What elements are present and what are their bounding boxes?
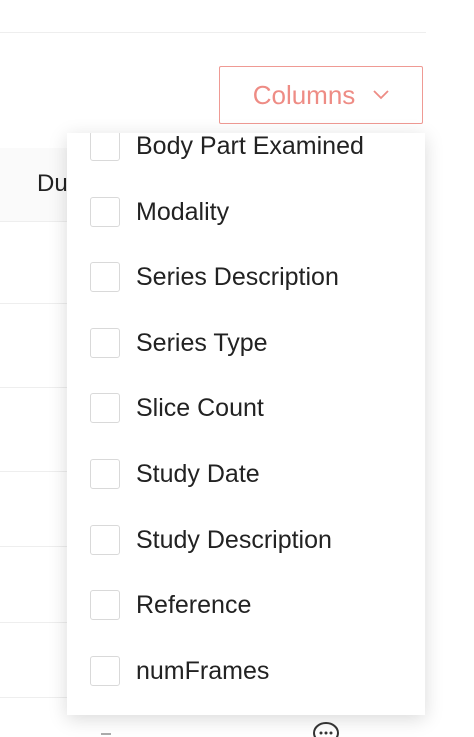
checkbox[interactable] <box>90 197 120 227</box>
menu-item-body-part-examined[interactable]: Body Part Examined <box>67 133 425 173</box>
menu-item-reference[interactable]: Reference <box>67 578 425 632</box>
checkbox[interactable] <box>90 328 120 358</box>
menu-item-label: Series Description <box>136 262 339 291</box>
menu-item-modality[interactable]: Modality <box>67 185 425 239</box>
menu-item-label: Study Description <box>136 525 332 554</box>
menu-item-series-type[interactable]: Series Type <box>67 316 425 370</box>
menu-item-label: numFrames <box>136 656 270 685</box>
checkbox[interactable] <box>90 133 120 161</box>
columns-dropdown-menu: Body Part Examined Modality Series Descr… <box>67 133 425 715</box>
menu-item-study-date[interactable]: Study Date <box>67 447 425 501</box>
page: Du Columns Body Part Examined Modality S… <box>0 0 474 737</box>
comment-icon[interactable] <box>312 720 340 737</box>
menu-item-series-description[interactable]: Series Description <box>67 250 425 304</box>
menu-item-label: Series Type <box>136 328 268 357</box>
top-divider <box>0 32 426 33</box>
menu-item-numframes[interactable]: numFrames <box>67 644 425 698</box>
columns-button-label: Columns <box>252 79 356 110</box>
menu-item-label: Reference <box>136 590 252 619</box>
menu-item-study-description[interactable]: Study Description <box>67 513 425 567</box>
checkbox[interactable] <box>90 656 120 686</box>
menu-item-slice-count[interactable]: Slice Count <box>67 381 425 435</box>
chevron-down-icon <box>373 90 389 100</box>
table-header-cell[interactable]: Du <box>37 170 68 198</box>
menu-item-label: Slice Count <box>136 393 264 422</box>
checkbox[interactable] <box>90 262 120 292</box>
checkbox[interactable] <box>90 590 120 620</box>
checkbox[interactable] <box>90 393 120 423</box>
table-cell-dash <box>101 733 111 735</box>
checkbox[interactable] <box>90 525 120 555</box>
menu-item-label: Study Date <box>136 459 260 488</box>
menu-item-label: Modality <box>136 197 230 226</box>
menu-item-label: Body Part Examined <box>136 133 364 160</box>
checkbox[interactable] <box>90 459 120 489</box>
columns-button[interactable]: Columns <box>219 66 423 124</box>
